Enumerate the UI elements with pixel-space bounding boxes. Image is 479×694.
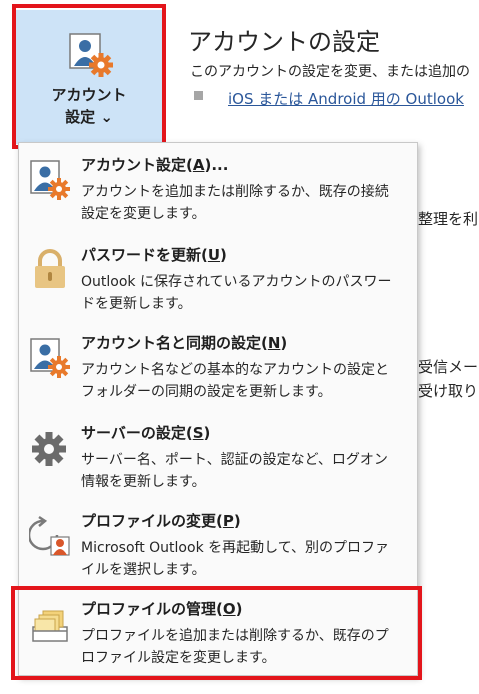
gear-icon [32,432,66,466]
account-settings-button[interactable]: アカウント 設定 ⌄ [16,10,162,144]
menu-item-manage-profiles[interactable]: プロファイルの管理(O) プロファイルを追加または削除するか、既存のプロファイル… [19,589,417,677]
account-button-label-line2: 設定 ⌄ [65,108,113,126]
menu-item-title: アカウント設定(A)... [81,156,229,174]
account-sync-icon [30,338,70,378]
menu-item-server-settings[interactable]: サーバーの設定(S) サーバー名、ポート、認証の設定など、ログオン情報を更新しま… [19,413,417,501]
bullet-icon [194,91,203,100]
menu-item-title: プロファイルの変更(P) [81,512,241,530]
manage-profiles-icon [32,610,68,642]
change-profile-icon [29,515,70,556]
account-settings-icon [30,160,70,200]
menu-item-title: サーバーの設定(S) [81,424,211,442]
lock-icon [35,249,65,288]
mobile-app-link[interactable]: iOS または Android 用の Outlook [228,88,464,109]
menu-item-update-password[interactable]: パスワードを更新(U) Outlook に保存されているアカウントのパスワードを… [19,235,417,323]
menu-item-description: アカウント名などの基本的なアカウントの設定とフォルダーの同期の設定を更新します。 [81,362,389,400]
background-text-fragment: 受け取りま [418,382,479,400]
menu-item-description: プロファイルを追加または削除するか、既存のプロファイル設定を変更します。 [81,628,389,666]
page-description: このアカウントの設定を変更、または追加の [190,64,470,80]
menu-item-account-name-sync[interactable]: アカウント名と同期の設定(N) アカウント名などの基本的なアカウントの設定とフォ… [19,323,417,411]
menu-item-title: パスワードを更新(U) [81,246,227,264]
page-title: アカウントの設定 [188,28,380,56]
menu-item-title: アカウント名と同期の設定(N) [81,334,288,352]
menu-item-description: Microsoft Outlook を再起動して、別のプロファイルを選択します。 [81,540,390,578]
menu-item-account-settings[interactable]: アカウント設定(A)... アカウントを追加または削除するか、既存の接続設定を変… [19,145,417,233]
account-button-label-line1: アカウント [51,86,127,104]
menu-item-description: サーバー名、ポート、認証の設定など、ログオン情報を更新します。 [81,452,388,490]
menu-item-description: アカウントを追加または削除するか、既存の接続設定を変更します。 [81,184,389,222]
account-settings-icon [69,33,113,77]
account-settings-menu: アカウント設定(A)... アカウントを追加または削除するか、既存の接続設定を変… [18,142,418,676]
menu-item-description: Outlook に保存されているアカウントのパスワードを更新します。 [81,274,392,312]
background-text-fragment: 受信メー [418,358,479,376]
menu-item-change-profile[interactable]: プロファイルの変更(P) Microsoft Outlook を再起動して、別の… [19,501,417,589]
menu-item-title: プロファイルの管理(O) [81,600,243,618]
background-text-fragment: 整理を利 [418,210,479,228]
